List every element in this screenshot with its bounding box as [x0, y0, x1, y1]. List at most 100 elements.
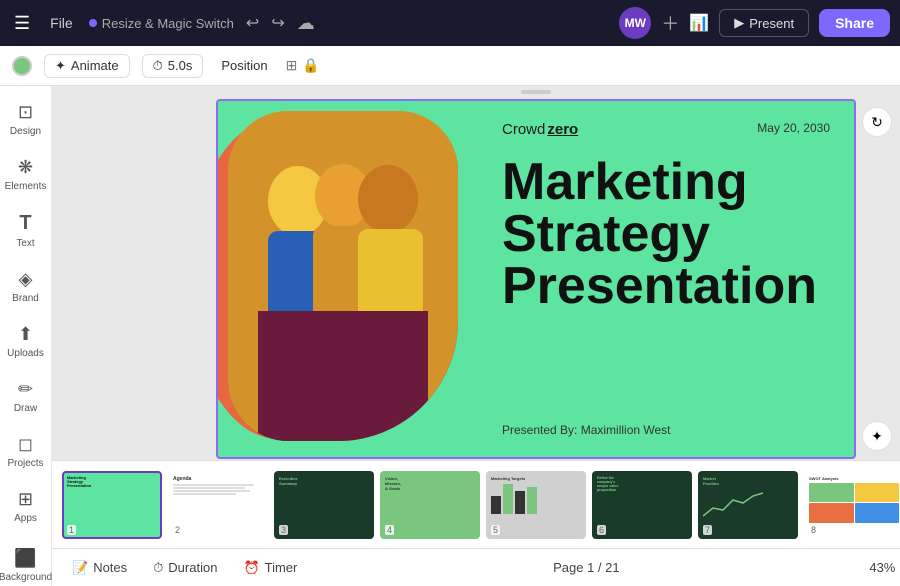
thumb-num-7: 7: [703, 525, 712, 535]
canvas-area: ↻ ✦: [52, 86, 900, 586]
slide-title-line3: Presentation: [502, 260, 830, 312]
sidebar-label-background: Background: [0, 572, 52, 583]
avatar[interactable]: MW: [619, 7, 651, 39]
slide-presenter: Presented By: Maximillion West: [502, 423, 830, 437]
canvas-wrapper: ↻ ✦: [52, 98, 900, 460]
brand-crowd-text: Crowd: [502, 121, 545, 138]
draw-icon: ✏: [18, 379, 33, 400]
slide-title: Marketing Strategy Presentation: [502, 156, 830, 312]
uploads-icon: ⬆: [18, 324, 33, 345]
elements-icon: ❋: [18, 157, 33, 178]
thumbnail-2[interactable]: Agenda 2: [168, 471, 268, 539]
thumbnail-1[interactable]: MarketingStrategyPresentation 1: [62, 471, 162, 539]
zoom-level: 43%: [869, 560, 895, 575]
sidebar-item-brand[interactable]: ◈ Brand: [3, 261, 49, 312]
slide-date: May 20, 2030: [757, 121, 830, 135]
slide-canvas[interactable]: Crowd zero May 20, 2030 Marketing Strate…: [216, 99, 856, 459]
sidebar-item-text[interactable]: T Text: [3, 204, 49, 257]
slide-content: Crowd zero May 20, 2030 Marketing Strate…: [478, 101, 854, 457]
notes-icon: 📝: [72, 560, 88, 576]
redo-button[interactable]: ↪: [267, 9, 288, 37]
sidebar-item-apps[interactable]: ⊞ Apps: [3, 481, 49, 532]
sidebar-label-apps: Apps: [14, 513, 37, 524]
people-image: [228, 111, 458, 441]
apps-icon: ⊞: [18, 489, 33, 510]
file-menu[interactable]: File: [42, 11, 81, 35]
thumb-num-2: 2: [173, 525, 182, 535]
slide-header: Crowd zero May 20, 2030: [502, 121, 830, 138]
collapse-handle[interactable]: [52, 86, 900, 98]
share-button[interactable]: Share: [819, 9, 890, 37]
sidebar-label-draw: Draw: [14, 403, 37, 414]
sidebar-label-brand: Brand: [12, 293, 39, 304]
thumb-num-8: 8: [809, 525, 818, 535]
sidebar: ⊡ Design ❋ Elements T Text ◈ Brand ⬆ Upl…: [0, 86, 52, 586]
thumbnail-4[interactable]: Vision,Mission,& Goals 4: [380, 471, 480, 539]
page-info: Page 1 / 21: [553, 560, 620, 575]
sidebar-label-elements: Elements: [5, 181, 47, 192]
topbar-right: MW ＋ 📊 ▶ Present Share: [619, 7, 890, 39]
bottom-left-controls: 📝 Notes ⏱ Duration ⏰ Timer: [66, 557, 303, 579]
thumbnail-5[interactable]: Marketing Targets 5: [486, 471, 586, 539]
topbar-left: ☰ File Resize & Magic Switch ↩ ↪ ☁: [10, 9, 611, 38]
bottom-right-controls: 43% ⊡ ⛶: [869, 558, 900, 578]
add-collaborator-button[interactable]: ＋: [661, 10, 679, 36]
thumbnail-strip: MarketingStrategyPresentation 1 Agenda 2: [52, 460, 900, 548]
magic-dot-icon: [89, 19, 97, 27]
bottom-bar: 📝 Notes ⏱ Duration ⏰ Timer Page 1 / 21 4…: [52, 548, 900, 586]
thumb-num-5: 5: [491, 525, 500, 535]
present-button[interactable]: ▶ Present: [719, 9, 809, 37]
clock-icon: ⏱: [153, 58, 163, 74]
brand-logo: Crowd zero: [502, 121, 578, 138]
position-button[interactable]: Position: [215, 55, 273, 76]
sidebar-item-uploads[interactable]: ⬆ Uploads: [3, 316, 49, 367]
toolbar2: ✦ Animate ⏱ 5.0s Position ⊞ 🔒: [0, 46, 900, 86]
magic-switch[interactable]: Resize & Magic Switch: [89, 16, 234, 31]
slide-title-line2: Strategy: [502, 208, 830, 260]
lock-icons: ⊞ 🔒: [286, 57, 320, 74]
menu-icon[interactable]: ☰: [10, 9, 34, 38]
top-bar: ☰ File Resize & Magic Switch ↩ ↪ ☁ MW ＋ …: [0, 0, 900, 46]
brand-zero-text: zero: [547, 121, 578, 138]
timer-button[interactable]: ⏰ Timer: [237, 557, 303, 579]
sidebar-item-draw[interactable]: ✏ Draw: [3, 371, 49, 422]
lock-icon: 🔒: [302, 57, 319, 74]
sidebar-item-elements[interactable]: ❋ Elements: [3, 149, 49, 200]
brand-icon: ◈: [19, 269, 33, 290]
undo-button[interactable]: ↩: [242, 9, 263, 37]
thumbnail-7[interactable]: MarketPosition 7: [698, 471, 798, 539]
sidebar-label-uploads: Uploads: [7, 348, 44, 359]
thumb-num-4: 4: [385, 525, 394, 535]
timer-icon: ⏰: [243, 560, 259, 576]
sidebar-item-background[interactable]: ⬛ Background: [3, 540, 49, 586]
slide-title-line1: Marketing: [502, 156, 830, 208]
thumbnail-3[interactable]: ExecutiveSummary 3: [274, 471, 374, 539]
notes-button[interactable]: 📝 Notes: [66, 557, 133, 579]
duration-button[interactable]: ⏱ Duration: [147, 557, 223, 579]
duration-button[interactable]: ⏱ 5.0s: [142, 54, 204, 78]
animate-button[interactable]: ✦ Animate: [44, 54, 130, 78]
thumbnail-6[interactable]: Define thecompany'sunique valuepropositi…: [592, 471, 692, 539]
thumb-num-3: 3: [279, 525, 288, 535]
refresh-button[interactable]: ↻: [862, 107, 892, 137]
photo-people: [228, 111, 458, 441]
slide-photo-section: [218, 101, 478, 457]
sidebar-label-text: Text: [16, 238, 34, 249]
thumb-num-6: 6: [597, 525, 606, 535]
sidebar-label-design: Design: [10, 126, 41, 137]
magic-switch-label: Resize & Magic Switch: [102, 16, 234, 31]
thumbnail-8[interactable]: SWOT Analysis 8: [804, 471, 900, 539]
duration-icon: ⏱: [153, 560, 163, 576]
magic-assistant-button[interactable]: ✦: [862, 421, 892, 451]
sidebar-item-projects[interactable]: ◻ Projects: [3, 426, 49, 477]
background-icon: ⬛: [14, 548, 36, 569]
align-icon: ⊞: [286, 57, 298, 74]
stats-icon[interactable]: 📊: [689, 13, 709, 33]
animate-icon: ✦: [55, 58, 66, 74]
undo-redo-group: ↩ ↪: [242, 9, 289, 37]
cloud-save-icon: ☁: [297, 13, 315, 34]
sidebar-label-projects: Projects: [7, 458, 43, 469]
color-picker[interactable]: [12, 56, 32, 76]
slide-container: ↻ ✦: [216, 99, 856, 459]
sidebar-item-design[interactable]: ⊡ Design: [3, 94, 49, 145]
